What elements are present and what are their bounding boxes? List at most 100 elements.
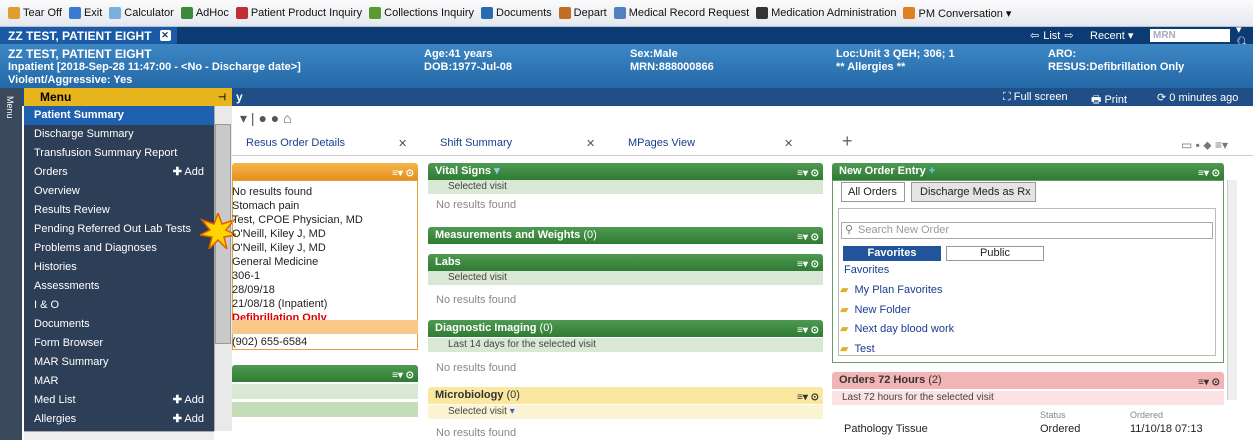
panel-menu-icon[interactable]: ≡▾ ⊙ bbox=[797, 389, 819, 406]
close-icon[interactable]: ✕ bbox=[398, 137, 407, 150]
print-label: Print bbox=[1104, 94, 1128, 106]
tab[interactable]: Shift Summary ✕ bbox=[440, 137, 595, 150]
menu-item[interactable]: Histories bbox=[24, 258, 214, 277]
list-nav[interactable]: ⇦ List ⇨ bbox=[1030, 27, 1074, 44]
page-title: y bbox=[236, 90, 243, 104]
patient-tab[interactable]: ZZ TEST, PATIENT EIGHT ✕ bbox=[0, 27, 177, 44]
toolbar-item-3[interactable]: AdHoc bbox=[180, 7, 229, 19]
visit-filter[interactable]: Selected visit bbox=[428, 180, 823, 194]
tab-tools-icons[interactable]: ▭ ▪ ⬥ ≡▾ bbox=[1181, 138, 1228, 153]
search-new-order-input[interactable]: ⚲ Search New Order bbox=[841, 222, 1213, 239]
fullscreen-button[interactable]: ⛶ Full screen bbox=[1003, 91, 1068, 104]
toolbar-item-2[interactable]: Calculator bbox=[109, 7, 174, 19]
orders-72-header[interactable]: Orders 72 Hours (2) ≡▾ ⊙ bbox=[832, 372, 1224, 389]
favorite-folder[interactable]: ▰ My Plan Favorites bbox=[840, 283, 943, 296]
toolbar-icon bbox=[109, 7, 122, 19]
new-order-entry-header[interactable]: New Order Entry + ≡▾ ⊙ bbox=[832, 163, 1224, 180]
menu-item[interactable]: Pending Referred Out Lab Tests bbox=[24, 220, 214, 239]
recent-dropdown[interactable]: Recent ▾ bbox=[1090, 27, 1133, 44]
patient-banner: ZZ TEST, PATIENT EIGHT Inpatient [2018-S… bbox=[0, 44, 1253, 88]
search-icon[interactable]: ▾🔍︎ bbox=[1236, 24, 1253, 49]
print-button[interactable]: 🖶 Print bbox=[1091, 91, 1127, 110]
tab[interactable]: Resus Order Details ✕ bbox=[246, 137, 407, 150]
allergies-link[interactable]: ** Allergies ** bbox=[836, 61, 905, 73]
menu-item[interactable]: Med List ✚ Add bbox=[24, 391, 214, 410]
menu-item[interactable]: Allergies ✚ Add bbox=[24, 410, 214, 429]
right-scrollbar[interactable] bbox=[1227, 180, 1237, 400]
menu-item[interactable]: Documents bbox=[24, 315, 214, 334]
menu-toggle-bar[interactable]: Menu bbox=[0, 88, 22, 440]
toolbar-item-5[interactable]: Collections Inquiry bbox=[369, 7, 474, 19]
toolbar-icon bbox=[8, 7, 20, 19]
panel-divider bbox=[232, 320, 418, 334]
toolbar-item-4[interactable]: Patient Product Inquiry bbox=[235, 7, 362, 19]
toolbar-item-7[interactable]: Depart bbox=[558, 7, 607, 19]
menu-item-label: Discharge Summary bbox=[34, 128, 134, 140]
toolbar-item-9[interactable]: Medication Administration bbox=[756, 7, 896, 19]
menu-horizontal-scrollbar[interactable] bbox=[24, 431, 214, 440]
toolbar-item-0[interactable]: Tear Off bbox=[8, 7, 62, 19]
menu-item[interactable]: Form Browser bbox=[24, 334, 214, 353]
menu-item-label: Histories bbox=[34, 261, 77, 273]
menu-item[interactable]: Discharge Summary bbox=[24, 125, 214, 144]
add-button[interactable]: ✚ Add bbox=[173, 391, 204, 410]
favorites-tab[interactable]: Favorites bbox=[843, 246, 941, 261]
public-tab[interactable]: Public bbox=[946, 246, 1044, 261]
all-orders-tab[interactable]: All Orders bbox=[841, 182, 905, 202]
menu-item[interactable]: Results Review bbox=[24, 201, 214, 220]
panel-menu-icon[interactable]: ≡▾ ⊙ bbox=[392, 367, 414, 384]
labs-header[interactable]: Labs ≡▾ ⊙ bbox=[428, 254, 823, 271]
order-name[interactable]: Pathology Tissue bbox=[844, 423, 928, 435]
toolbar-item-8[interactable]: Medical Record Request bbox=[613, 7, 749, 19]
menu-item[interactable]: I & O bbox=[24, 296, 214, 315]
menu-item[interactable]: MAR Summary bbox=[24, 353, 214, 372]
favorite-folder[interactable]: ▰ New Folder bbox=[840, 303, 911, 316]
menu-item[interactable]: Orders ✚ Add bbox=[24, 163, 214, 182]
measurements-header[interactable]: Measurements and Weights (0) ≡▾ ⊙ bbox=[428, 227, 823, 244]
menu-item[interactable]: Transfusion Summary Report bbox=[24, 144, 214, 163]
ordered-column-header[interactable]: Ordered bbox=[1130, 410, 1163, 420]
toolbar-item-6[interactable]: Documents bbox=[481, 7, 552, 19]
tab[interactable]: MPages View ✕ bbox=[628, 137, 793, 150]
menu-item[interactable]: MAR bbox=[24, 372, 214, 391]
mrn-search-input[interactable]: MRN bbox=[1150, 29, 1230, 42]
toolbar-item-10[interactable]: PM Conversation ▾ bbox=[903, 7, 1011, 20]
date-filter[interactable]: Last 14 days for the selected visit bbox=[428, 338, 823, 352]
favorite-folder[interactable]: ▰ Next day blood work bbox=[840, 322, 954, 335]
view-nav-icons[interactable]: ▾ | ● ● ⌂ bbox=[240, 110, 292, 127]
panel-header: ≡▾ ⊙ bbox=[232, 163, 418, 180]
panel-menu-icon[interactable]: ≡▾ ⊙ bbox=[1198, 374, 1220, 391]
visit-filter[interactable]: Selected visit ▾ bbox=[428, 405, 823, 419]
discharge-meds-tab[interactable]: Discharge Meds as Rx bbox=[911, 182, 1036, 202]
favorite-folder[interactable]: ▰ Test bbox=[840, 342, 875, 355]
toolbar-icon bbox=[481, 7, 494, 19]
toolbar-icon bbox=[558, 7, 571, 19]
folder-icon: ▰ bbox=[840, 303, 849, 316]
close-icon[interactable]: ✕ bbox=[784, 137, 793, 150]
patient-tab-label: ZZ TEST, PATIENT EIGHT bbox=[8, 28, 152, 43]
menu-item[interactable]: Patient Summary bbox=[24, 106, 214, 125]
close-icon[interactable]: ✕ bbox=[586, 137, 595, 150]
menu-item-label: Orders bbox=[34, 166, 68, 178]
close-icon[interactable]: ✕ bbox=[159, 30, 171, 41]
favorites-link[interactable]: Favorites bbox=[844, 264, 889, 276]
diagnostic-imaging-header[interactable]: Diagnostic Imaging (0) ≡▾ ⊙ bbox=[428, 320, 823, 337]
vital-signs-header[interactable]: Vital Signs ▾ ≡▾ ⊙ bbox=[428, 163, 823, 180]
panel-menu-icon[interactable]: ≡▾ ⊙ bbox=[797, 229, 819, 246]
panel-menu-icon[interactable]: ≡▾ ⊙ bbox=[797, 322, 819, 339]
add-button[interactable]: ✚ Add bbox=[173, 163, 204, 182]
add-icon[interactable]: + bbox=[929, 165, 935, 177]
menu-item[interactable]: Overview bbox=[24, 182, 214, 201]
title-bar: ZZ TEST, PATIENT EIGHT ✕ ⇦ List ⇨ Recent … bbox=[0, 24, 1253, 49]
toolbar-item-1[interactable]: Exit bbox=[68, 7, 102, 19]
add-tab-icon[interactable]: + bbox=[842, 131, 853, 152]
status-column-header[interactable]: Status bbox=[1040, 410, 1066, 420]
menu-item[interactable]: Assessments bbox=[24, 277, 214, 296]
visit-filter[interactable]: Selected visit bbox=[428, 271, 823, 285]
orders-filter[interactable]: Last 72 hours for the selected visit bbox=[832, 391, 1224, 405]
add-button[interactable]: ✚ Add bbox=[173, 410, 204, 429]
pin-icon[interactable]: ⊣ bbox=[218, 88, 226, 106]
microbiology-header[interactable]: Microbiology (0) ≡▾ ⊙ bbox=[428, 387, 823, 404]
menu-item[interactable]: Problems and Diagnoses bbox=[24, 239, 214, 258]
refresh-button[interactable]: ⟳ 0 minutes ago bbox=[1157, 91, 1238, 104]
